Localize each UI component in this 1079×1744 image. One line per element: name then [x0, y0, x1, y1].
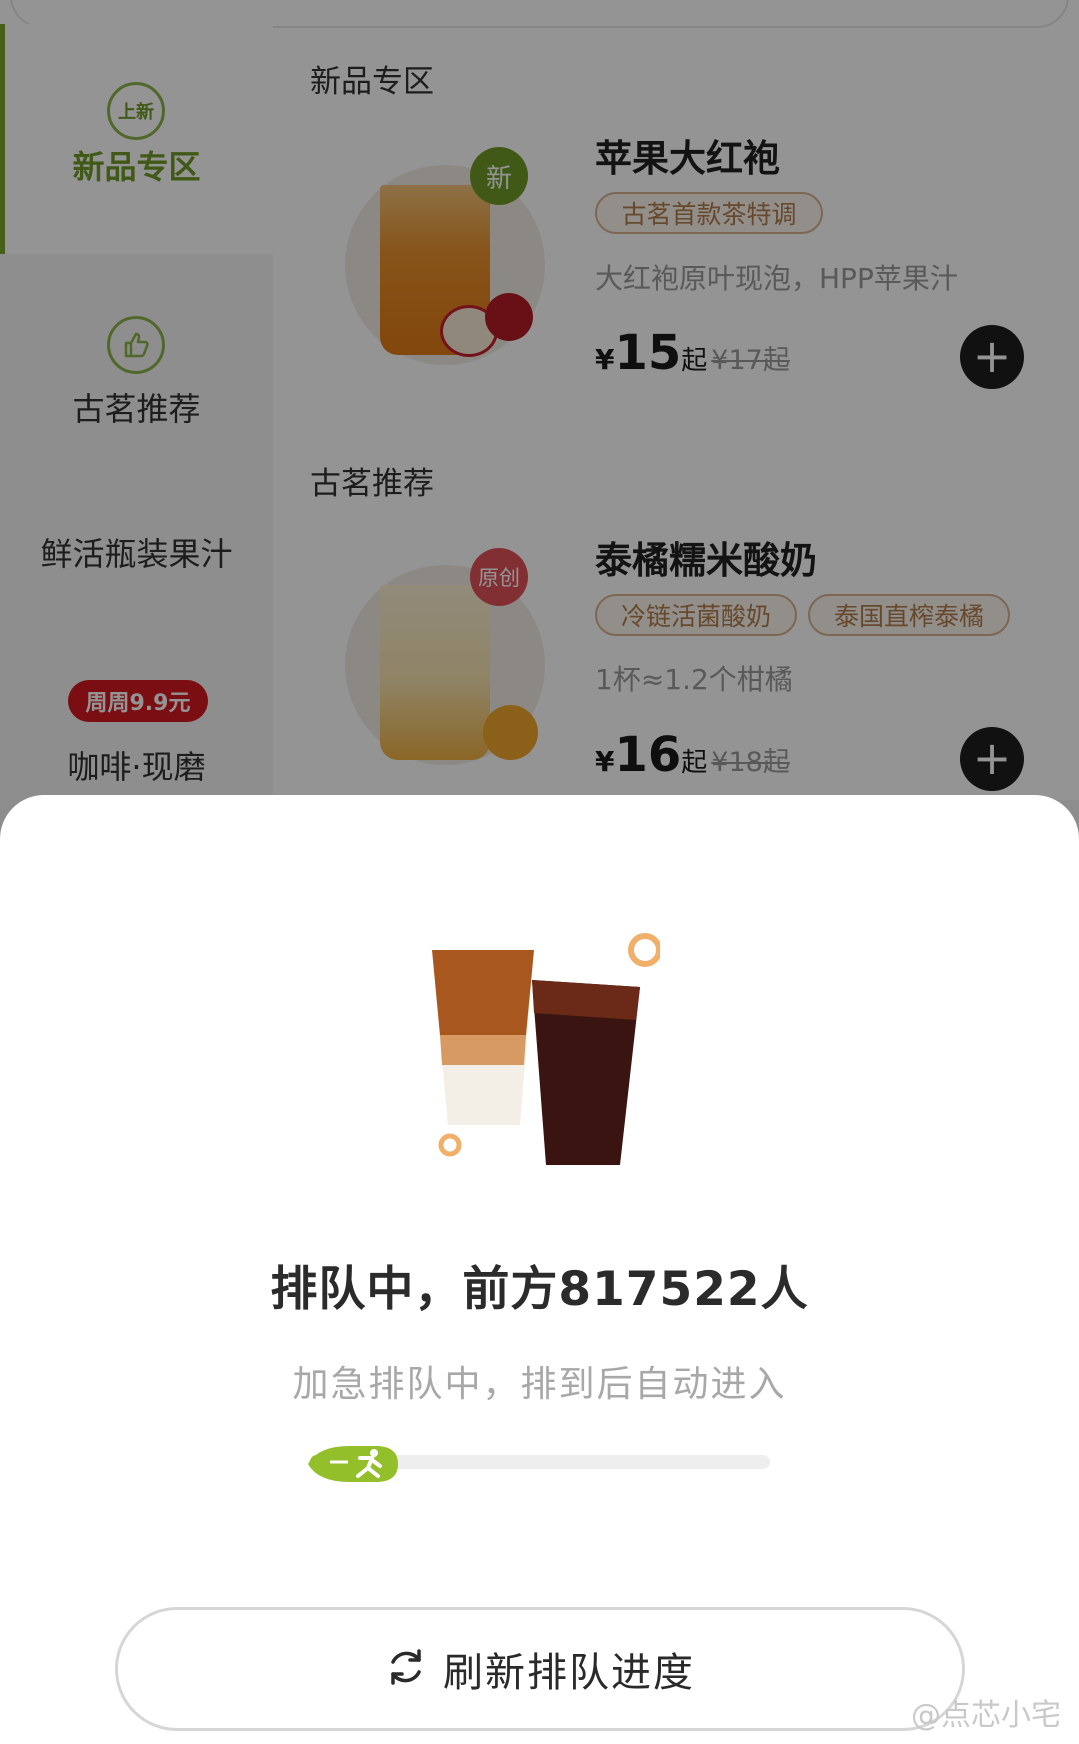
coffee-cups-illustration [420, 925, 662, 1165]
watermark: @点芯小宅 [911, 1698, 1061, 1733]
queue-status-subtitle: 加急排队中，排到后自动进入 [292, 1364, 787, 1405]
refresh-queue-button[interactable]: 刷新排队进度 [115, 1607, 965, 1731]
running-person-icon [308, 1442, 400, 1486]
refresh-icon [385, 1646, 427, 1692]
queue-bottom-sheet: 排队中，前方817522人 加急排队中，排到后自动进入 刷新排队进度 @点芯小宅 [0, 795, 1079, 1744]
queue-status-title: 排队中，前方817522人 [270, 1262, 809, 1317]
refresh-button-label: 刷新排队进度 [443, 1650, 695, 1696]
